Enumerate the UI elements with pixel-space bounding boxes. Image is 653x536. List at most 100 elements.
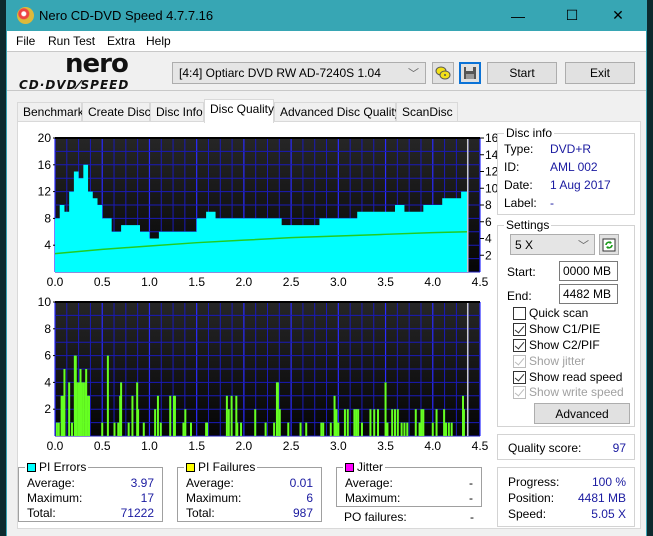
drive-select[interactable]: [4:4] Optiarc DVD RW AD-7240S 1.04 ﹀ [172,62,426,84]
pi-failure-bar [75,382,78,436]
pi-failure-bar [131,395,134,436]
tab-disc-quality[interactable]: Disc Quality [204,99,274,123]
quick-scan-checkbox[interactable]: Quick scan [513,306,588,320]
pi-failure-bar [273,422,276,436]
pi-failure-bar [236,422,239,436]
save-button[interactable] [459,62,481,84]
pi-failure-bar [68,382,71,436]
x-tick-label: 1.0 [141,275,158,289]
tab-disc-info[interactable]: Disc Info [150,102,204,122]
pi-failure-bar [55,422,58,436]
divider [7,90,646,91]
pi-failure-bar [431,422,434,436]
pi-failure-bar [447,422,450,436]
id-label: ID: [504,160,520,174]
checkbox-box[interactable] [513,322,526,336]
exit-button[interactable]: Exit [565,62,635,84]
pi-failure-bar [137,409,140,436]
tab-advanced-disc-quality[interactable]: Advanced Disc Quality [274,102,401,122]
minimize-button[interactable]: — [495,0,541,31]
maximize-button[interactable]: ☐ [549,0,595,31]
pi-failure-bar [264,422,267,436]
progress-box: Progress: 100 % Position: 4481 MB Speed:… [497,467,635,527]
menu-help[interactable]: Help [146,34,171,48]
x-tick-label: 4.0 [424,439,441,453]
label-label: Label: [504,196,537,210]
advanced-button[interactable]: Advanced [534,403,630,424]
start-input[interactable]: 0000 MB [559,261,618,281]
pi-failure-bar [80,382,83,436]
tab-scandisc[interactable]: ScanDisc [396,102,458,122]
pi-failure-bar [60,395,63,436]
average-value: 0.01 [289,476,313,490]
pi-failure-bar [357,409,360,436]
checkbox-box[interactable] [513,338,526,352]
refresh-speed-button[interactable] [599,234,619,255]
y2-tick-label: 10 [485,181,497,195]
y-tick-label: 4 [44,238,51,252]
pi-failure-bar [299,422,302,436]
menu-extra[interactable]: Extra [107,34,135,48]
pi-failure-bar [254,409,257,436]
disc-info-title: Disc info [504,126,555,140]
label-value: - [550,196,554,210]
menu-file[interactable]: File [16,34,35,48]
average-label: Average: [186,476,234,490]
pi-errors-total-row: Total: 71222 [27,506,154,520]
speed-value: 5.05 X [591,507,626,521]
maximum-label: Maximum: [27,491,83,505]
checkbox-box[interactable] [513,306,526,320]
app-icon [17,7,34,24]
pi-failure-bar [462,409,465,436]
close-button[interactable]: ✕ [595,0,641,31]
date-label: Date: [504,178,533,192]
pi-failure-bar [227,409,230,436]
start-button[interactable]: Start [487,62,557,84]
menu-run-test[interactable]: Run Test [48,34,95,48]
speed-select[interactable]: 5 X ﹀ [510,234,595,255]
x-tick-label: 4.0 [424,275,441,289]
pi-failure-bar [57,422,60,436]
tab-benchmark[interactable]: Benchmark [17,102,84,122]
average-label: Average: [27,476,75,490]
show-c1-pie-checkbox[interactable]: Show C1/PIE [513,322,600,336]
show-c2-pif-checkbox[interactable]: Show C2/PIF [513,338,600,352]
y-tick-label: 8 [44,322,51,336]
drive-info-button[interactable] [432,62,454,84]
y2-tick-label: 12 [485,165,497,179]
pi-failures-average-row: Average: 0.01 [186,476,313,490]
pi-failure-bar [230,395,233,436]
pi-failure-bar [120,382,123,436]
yellow-swatch-icon [186,462,195,472]
pi-failure-bar [400,422,403,436]
pi-failure-bar [159,422,162,436]
pi-failure-bar [71,422,73,436]
pi-failure-bar [142,422,145,436]
x-tick-label: 4.5 [472,439,489,453]
pi-failure-bar [101,422,104,436]
end-input[interactable]: 4482 MB [559,284,618,304]
checkbox-label: Show write speed [529,385,624,399]
pi-failure-bar [355,409,358,436]
jitter-average-row: Average: - [345,476,473,490]
show-read-speed-checkbox[interactable]: Show read speed [513,370,622,384]
pi-failure-bar [386,422,389,436]
total-label: Total: [186,506,215,520]
jitter-stats: Jitter Average: - Maximum: - [336,460,482,507]
pi-failure-bar [377,409,379,436]
maximum-value: - [469,491,473,505]
pi-errors-legend: PI Errors [25,460,89,474]
pi-failure-bar [113,422,116,436]
tab-create-disc[interactable]: Create Disc [82,102,151,122]
checkbox-box[interactable] [513,370,526,384]
pi-failure-bar [329,422,332,436]
checkbox-label: Show C2/PIF [529,338,600,352]
pi-failure-bar [77,382,80,436]
po-failures-row: PO failures: - [344,510,474,524]
window-title: Nero CD-DVD Speed 4.7.7.16 [39,8,214,23]
y-tick-label: 16 [38,158,52,172]
settings-title: Settings [504,218,552,232]
date-value: 1 Aug 2017 [550,178,611,192]
pi-failure-bar [396,409,399,436]
type-value: DVD+R [550,142,592,156]
